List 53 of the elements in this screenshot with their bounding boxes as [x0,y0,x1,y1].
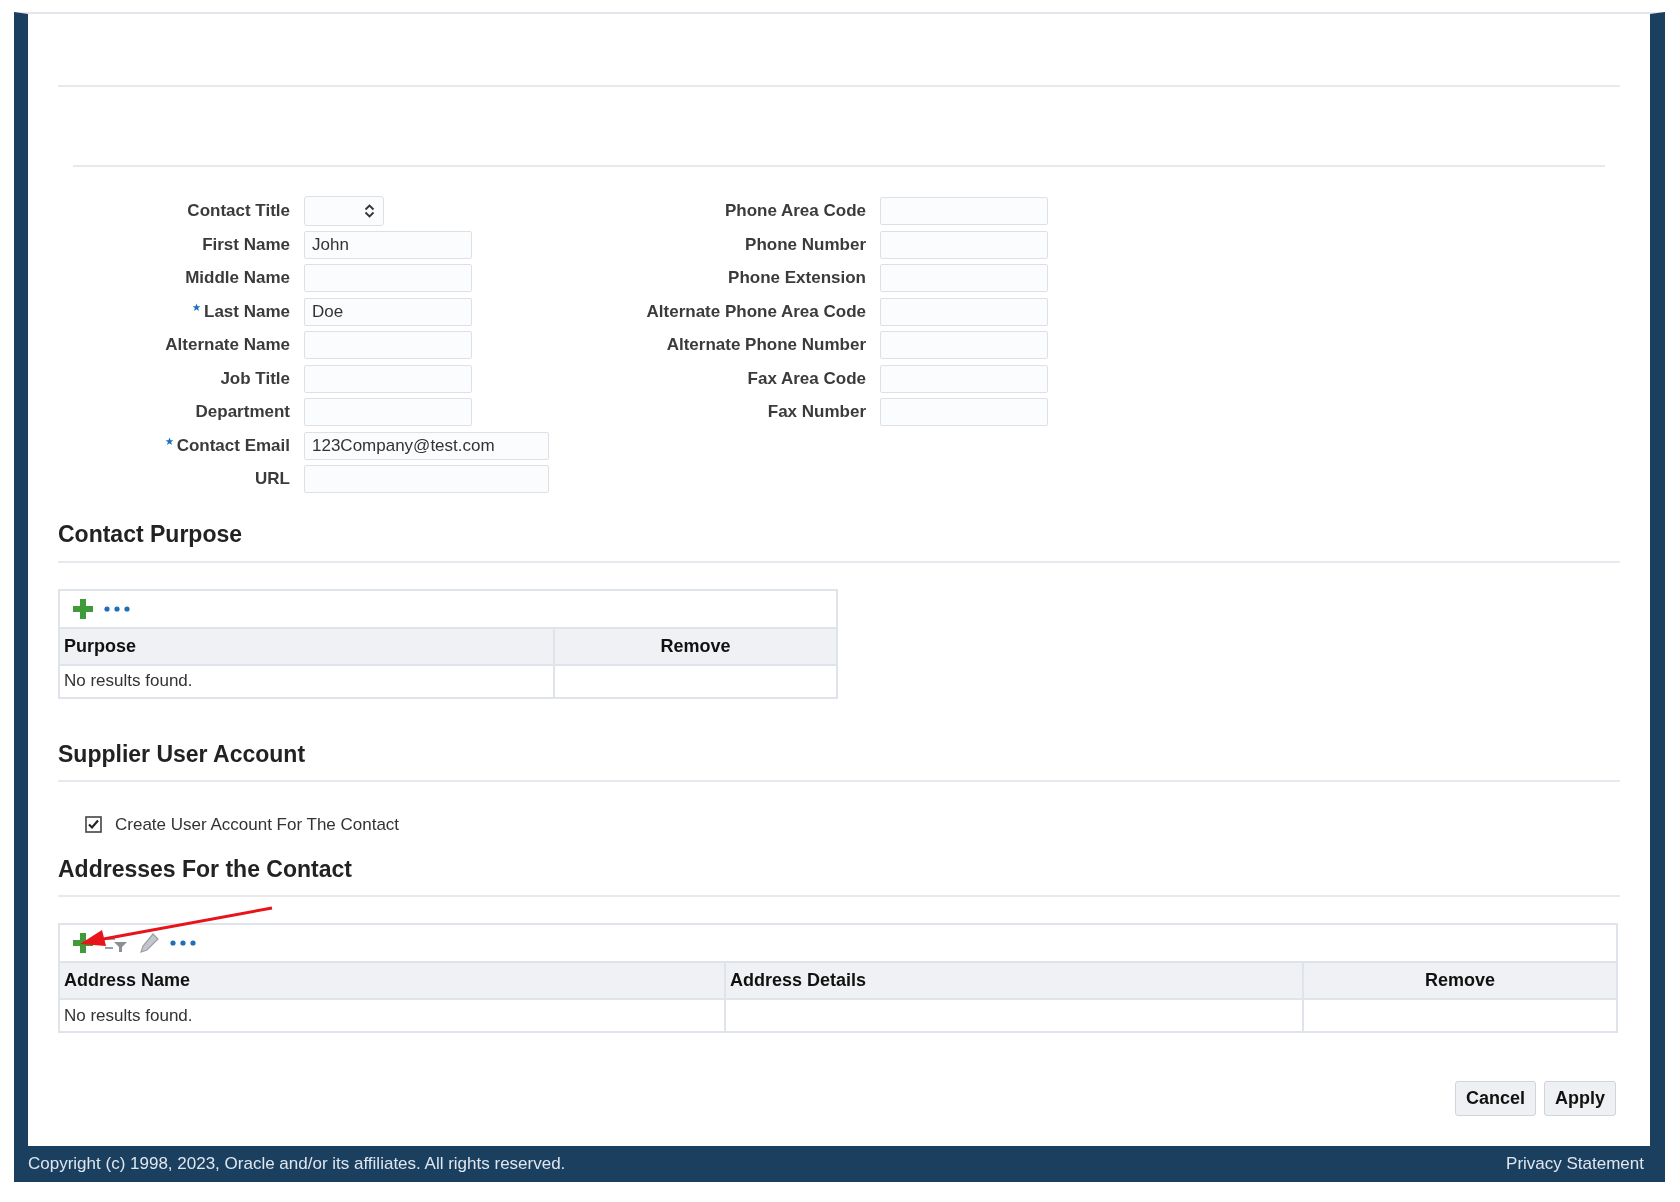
add-icon[interactable] [72,597,94,620]
input-field[interactable] [880,197,1048,225]
column-header: Address Name [60,963,726,999]
field-label: Phone Number [745,234,866,254]
field-label: Alternate Phone Area Code [646,301,866,321]
input-field[interactable] [880,264,1048,292]
checkbox[interactable] [85,816,102,834]
empty-message: No results found. [60,663,555,697]
privacy-link[interactable]: Privacy Statement [1506,1151,1644,1177]
field-label: Alternate Name [165,335,290,355]
action-button[interactable]: Cancel [1454,1081,1536,1117]
field-label: Department [195,402,290,422]
field-label: Contact Title [187,201,290,221]
input-field[interactable] [880,331,1048,359]
field-label: Contact Email [176,436,290,456]
input-field[interactable] [304,264,472,292]
input-field[interactable] [304,398,472,426]
field-label: Phone Extension [728,268,866,288]
input-field[interactable] [304,364,472,393]
input-field[interactable]: Doe [304,297,472,326]
more-icon[interactable] [170,940,196,947]
sort-arrows-icon [364,204,375,218]
action-button[interactable]: Apply [1544,1081,1616,1117]
column-header: Remove [1304,963,1616,999]
field-label: First Name [202,234,290,254]
section-heading: Addresses For the Contact [58,855,353,884]
input-field[interactable] [880,398,1048,426]
field-label: Fax Area Code [747,368,866,388]
input-field[interactable] [304,331,472,359]
pencil-icon[interactable] [138,932,160,955]
input-field[interactable] [304,465,549,493]
empty-message: No results found. [60,998,726,1032]
input-field[interactable] [880,230,1048,259]
select-field[interactable] [304,196,384,226]
input-field[interactable] [880,297,1048,326]
field-label: Last Name [204,302,290,322]
input-field[interactable]: 123Company@test.com [304,431,549,460]
input-field[interactable] [880,364,1048,393]
more-icon[interactable] [104,605,130,612]
field-label: Fax Number [767,402,866,422]
column-header: Remove [555,628,836,664]
column-header: Purpose [60,628,555,664]
section-heading: Supplier User Account [58,740,307,769]
field-label: URL [255,469,290,489]
field-label: Middle Name [185,268,290,288]
field-label: Job Title [220,368,290,388]
field-label: Alternate Phone Number [666,335,866,355]
checkbox-label: Create User Account For The Contact [115,814,400,837]
section-heading: Contact Purpose [58,521,244,549]
field-label: Phone Area Code [724,201,866,221]
input-field[interactable]: John [304,230,472,259]
copyright-text: Copyright (c) 1998, 2023, Oracle and/or its affiliates. All rights reserved. [28,1153,566,1176]
column-header: Address Details [726,963,1304,999]
